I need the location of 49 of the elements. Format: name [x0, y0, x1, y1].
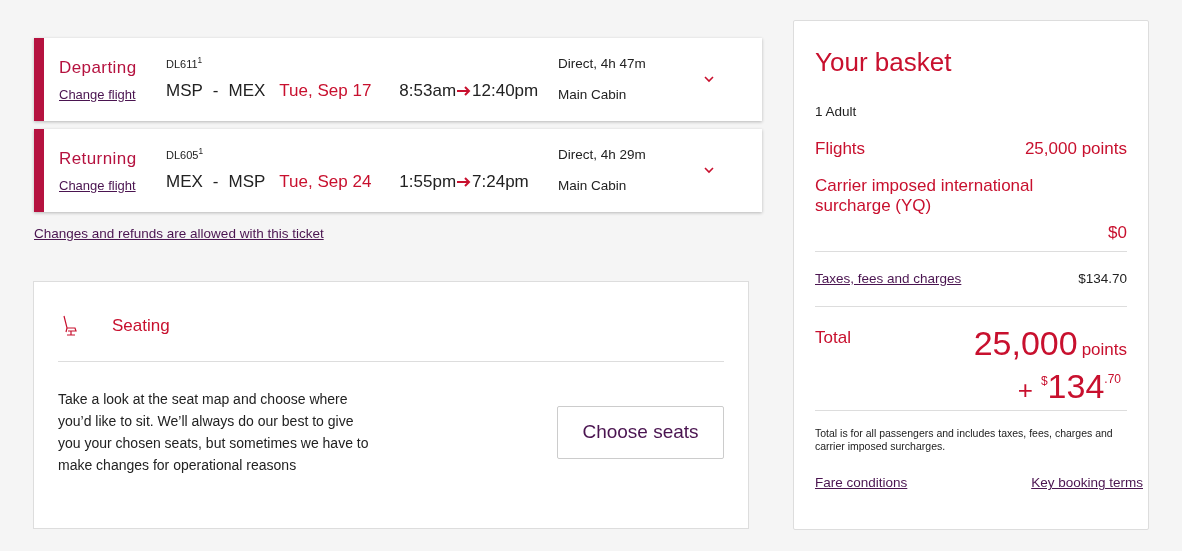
destination-code: MSP — [228, 171, 266, 193]
arrow-icon — [457, 85, 472, 96]
total-label: Total — [815, 327, 851, 350]
terms-link[interactable]: Key booking terms — [1031, 473, 1143, 494]
change-flight-link[interactable]: Change flight — [59, 175, 166, 195]
route-separator: - — [212, 171, 219, 193]
destination-code: MEX — [228, 80, 266, 102]
duration-text: Direct, 4h 47m — [558, 54, 647, 73]
basket-title: Your basket — [815, 46, 953, 79]
total-points: 25,000 — [973, 325, 1078, 362]
points-unit: points — [1081, 339, 1127, 362]
departure-time: 1:55pm — [399, 171, 457, 193]
choose-seats-button[interactable]: Choose seats — [557, 405, 724, 459]
change-flight-link[interactable]: Change flight — [59, 84, 166, 104]
seat-icon — [62, 314, 80, 337]
departure-time: 8:53am — [399, 80, 457, 102]
arrival-time: 7:24pm — [472, 171, 529, 193]
surcharge-value: $0 — [1108, 221, 1127, 244]
duration-text: Direct, 4h 29m — [558, 145, 647, 164]
cabin-text: Main Cabin — [558, 86, 628, 104]
plus-sign: + — [1017, 374, 1033, 408]
route-separator: - — [212, 80, 219, 102]
chevron-down-icon[interactable] — [704, 167, 714, 174]
cabin-text: Main Cabin — [558, 177, 628, 195]
currency-symbol: $ — [1040, 374, 1048, 389]
origin-code: MSP — [166, 80, 203, 102]
passenger-count: 1 Adult — [815, 103, 858, 121]
flights-label: Flights — [815, 138, 866, 161]
flight-date: Tue, Sep 24 — [279, 171, 373, 193]
flight-number: DL611$^{1}$ — [166, 55, 204, 72]
flight-date: Tue, Sep 17 — [279, 80, 373, 102]
chevron-down-icon[interactable] — [704, 76, 714, 83]
terms-link[interactable]: Fare conditions — [815, 473, 908, 494]
total-cents: .70 — [1104, 372, 1121, 387]
total-amount: 134 — [1047, 368, 1105, 405]
taxes-value: $134.70 — [1078, 270, 1127, 289]
taxes-link[interactable]: Taxes, fees and charges — [815, 269, 962, 290]
seating-description: Take a look at the seat map and choose where you’d like to sit. We’ll always do our best to give you your chosen seats, but sometimes we have to make changes for operational reasons — [58, 390, 370, 475]
ticket-changes-link[interactable]: Changes and refunds are allowed with this ticket — [34, 224, 324, 245]
arrow-icon — [457, 176, 472, 187]
surcharge-label: Carrier imposed international surcharge (YQ) — [815, 175, 1035, 216]
flights-points: 25,000 points — [1024, 138, 1127, 161]
direction-label: Departing — [59, 57, 138, 79]
total-note: Total is for all passengers and includes taxes, fees, charges and carrier imposed surcharges. — [815, 427, 1114, 454]
arrival-time: 12:40pm — [472, 80, 539, 102]
direction-label: Returning — [59, 148, 138, 170]
seating-title: Seating — [112, 314, 170, 337]
flight-number: DL605$^{1}$ — [166, 146, 204, 163]
origin-code: MEX — [166, 171, 203, 193]
